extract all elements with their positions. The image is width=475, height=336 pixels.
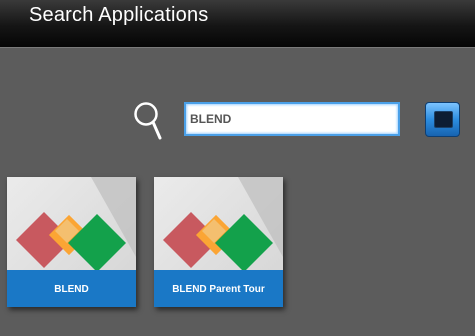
tile-label: BLEND [54, 284, 89, 295]
blend-logo-icon [163, 177, 283, 272]
tile-label: BLEND Parent Tour [172, 284, 265, 295]
page-title: Search Applications [29, 4, 209, 26]
search-submit-button[interactable] [425, 102, 460, 137]
blend-logo-icon [16, 177, 136, 272]
app-tile-blend[interactable]: BLEND [7, 177, 136, 307]
submit-icon [434, 111, 453, 128]
search-input[interactable] [184, 102, 400, 136]
search-icon [130, 100, 164, 142]
app-tile-blend-parent-tour[interactable]: BLEND Parent Tour [154, 177, 283, 307]
app-header: Search Applications [0, 0, 475, 48]
